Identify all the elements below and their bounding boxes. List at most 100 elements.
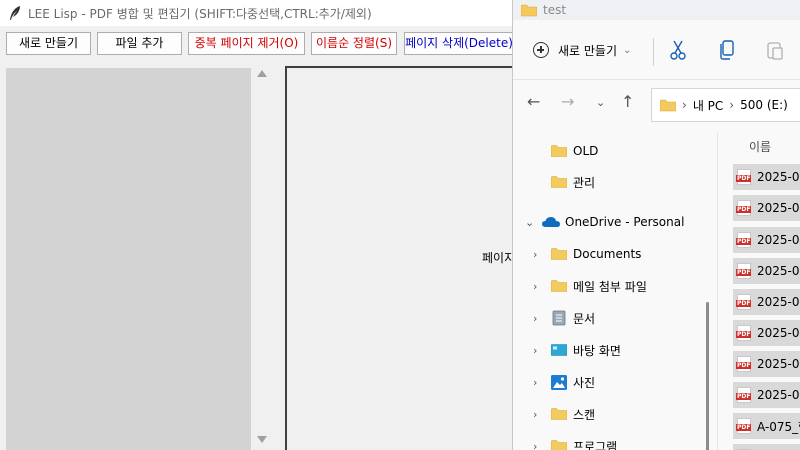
pdf-file-icon: PDF [736,200,752,216]
breadcrumb-separator-icon: › [729,98,735,112]
copy-icon[interactable] [719,40,735,60]
chevron-right-icon[interactable]: › [533,408,537,421]
pdf-file-icon: PDF [736,356,752,372]
folder-icon [551,145,567,157]
nav-item-label: OneDrive - Personal [565,215,685,229]
file-explorer-window: test 새로 만들기 ⌄ ← → ⌄ ↑ › 내 PC › 500 (E:) … [512,0,800,450]
sort-by-name-button[interactable]: 이름순 정렬(S) [311,32,397,55]
chevron-right-icon[interactable]: › [533,280,537,293]
explorer-navigation-bar: ← → ⌄ ↑ › 내 PC › 500 (E:) [513,82,800,126]
explorer-titlebar: test [513,0,800,20]
nav-item-label: 메일 첨부 파일 [573,279,647,294]
page-preview-area[interactable] [285,66,514,450]
file-row[interactable]: PDF 2025-05 [733,351,800,377]
file-row[interactable]: PDF 2025-05 [733,258,800,284]
explorer-new-button[interactable]: 새로 만들기 ⌄ [533,38,631,62]
file-name: 2025-05 [757,388,800,402]
file-name: 2025-05 [757,233,800,247]
new-button[interactable]: 새로 만들기 [6,32,91,55]
nav-item-label: 프로그램 [573,439,618,450]
up-arrow-icon[interactable]: ↑ [621,92,634,111]
folder-icon [551,280,567,292]
scroll-down-arrow-icon[interactable] [257,436,267,443]
nav-item-label: 스캔 [573,407,596,422]
app-title: LEE Lisp - PDF 병합 및 편집기 (SHIFT:다중선택,CTRL… [28,6,372,21]
nav-item-mail-attachments[interactable]: › 메일 첨부 파일 [513,272,713,300]
page-list-scrollbar[interactable] [253,66,271,450]
nav-item-desktop[interactable]: › 바탕 화면 [513,336,713,364]
nav-item-label: 사진 [573,375,596,390]
nav-item-docs[interactable]: › 문서 [513,304,713,332]
nav-item-pictures[interactable]: › 사진 [513,368,713,396]
pdf-file-icon: PDF [736,387,752,403]
nav-item-label: OLD [573,144,599,158]
recent-locations-chevron-icon[interactable]: ⌄ [596,96,605,109]
pdf-file-icon: PDF [736,418,752,434]
address-bar[interactable]: › 내 PC › 500 (E:) [651,88,800,122]
cut-scissors-icon[interactable] [669,40,687,60]
add-file-button[interactable]: 파일 추가 [97,32,182,55]
breadcrumb-separator-icon: › [682,98,687,112]
nav-item-documents[interactable]: › Documents [513,240,713,268]
navigation-pane-scrollbar[interactable] [706,302,709,450]
scroll-up-arrow-icon[interactable] [257,70,267,77]
chevron-right-icon[interactable]: › [533,248,537,261]
feather-icon [10,6,20,20]
app-titlebar: LEE Lisp - PDF 병합 및 편집기 (SHIFT:다중선택,CTRL… [0,0,514,26]
column-header-name[interactable]: 이름 [749,138,771,155]
pdf-file-icon: PDF [736,232,752,248]
file-name: 2025-05 [757,295,800,309]
file-name: A-075_행 [757,419,800,434]
remove-duplicates-button[interactable]: 중복 페이지 제거(O) [188,32,305,55]
file-name: 2025-05 [757,264,800,278]
file-name: 2025-05 [757,201,800,215]
chevron-right-icon[interactable]: › [533,312,537,325]
app-toolbar: 새로 만들기 파일 추가 중복 페이지 제거(O) 이름순 정렬(S) 페이지 … [0,30,514,56]
file-list: 이름 PDF 2025-05 PDF 2025-05 PDF 2025-05 P… [719,132,800,450]
file-row[interactable]: PDF [733,444,800,450]
file-name: 2025-05 [757,170,800,184]
explorer-title: test [543,3,567,17]
paste-icon[interactable] [767,40,783,60]
breadcrumb-drive[interactable]: 500 (E:) [740,98,788,112]
file-row[interactable]: PDF 2025-05 [733,382,800,408]
file-row[interactable]: PDF 2025-05 [733,164,800,190]
folder-icon [551,440,567,450]
chevron-down-icon[interactable]: ⌄ [525,216,534,229]
document-icon [552,310,566,326]
nav-item-onedrive[interactable]: ⌄ OneDrive - Personal [513,208,713,236]
chevron-right-icon[interactable]: › [533,344,537,357]
breadcrumb-this-pc[interactable]: 내 PC [693,97,723,114]
file-row[interactable]: PDF 2025-05 [733,227,800,253]
page-list-panel[interactable] [6,68,251,450]
file-name: 2025-05 [757,357,800,371]
pane-divider[interactable] [717,132,718,450]
chevron-down-icon: ⌄ [623,44,632,56]
forward-arrow-icon[interactable]: → [561,92,574,111]
nav-item-scan[interactable]: › 스캔 [513,400,713,428]
nav-item-programs[interactable]: › 프로그램 [513,432,713,450]
chevron-right-icon[interactable]: › [533,376,537,389]
pictures-icon [551,374,567,390]
nav-item-label: 바탕 화면 [573,343,621,358]
pdf-editor-window: LEE Lisp - PDF 병합 및 편집기 (SHIFT:다중선택,CTRL… [0,0,516,450]
pdf-file-icon: PDF [736,325,752,341]
preview-label: 페이지 [482,251,516,265]
nav-item-manage[interactable]: 관리 [513,168,713,196]
chevron-right-icon[interactable]: › [533,440,537,450]
back-arrow-icon[interactable]: ← [527,92,540,111]
nav-item-label: 관리 [573,175,596,190]
folder-icon [660,99,676,111]
delete-page-button[interactable]: 페이지 삭제(Delete) [404,32,514,55]
command-separator [653,38,654,66]
explorer-new-label: 새로 만들기 [558,43,618,58]
nav-item-old[interactable]: OLD [513,137,713,165]
file-row[interactable]: PDF 2025-05 [733,289,800,315]
file-row[interactable]: PDF 2025-05 [733,320,800,346]
file-row[interactable]: PDF 2025-05 [733,195,800,221]
explorer-command-bar: 새로 만들기 ⌄ [513,20,800,80]
file-name: 2025-05 [757,326,800,340]
folder-icon [551,176,567,188]
pdf-file-icon: PDF [736,169,752,185]
file-row[interactable]: PDF A-075_행 [733,413,800,439]
